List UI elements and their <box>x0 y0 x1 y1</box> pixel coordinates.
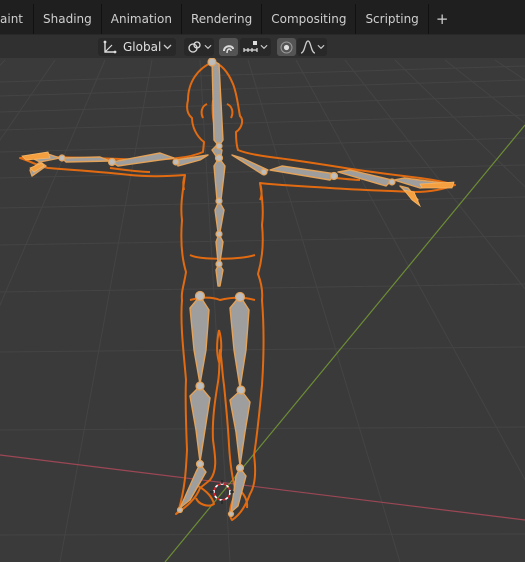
pivot-point-icon <box>187 40 203 54</box>
tab-shading[interactable]: Shading <box>34 4 102 34</box>
tab-scripting[interactable]: Scripting <box>356 4 429 34</box>
snap-increment-icon <box>243 40 259 54</box>
pivot-point-dropdown[interactable] <box>184 38 214 56</box>
proportional-editing-toggle[interactable] <box>277 38 296 56</box>
add-workspace-button[interactable]: + <box>429 4 456 34</box>
transform-orientation-value: Global <box>123 40 162 54</box>
chevron-down-icon <box>260 44 268 50</box>
tab-compositing[interactable]: Compositing <box>262 4 357 34</box>
falloff-dropdown[interactable] <box>297 38 327 56</box>
tab-texture-paint[interactable]: aint <box>0 4 34 34</box>
snap-toggle[interactable] <box>219 38 238 56</box>
bone-forearm-left <box>61 156 111 163</box>
tab-animation[interactable]: Animation <box>102 4 182 34</box>
viewport-header: Global <box>0 34 525 58</box>
falloff-curve-icon <box>300 40 316 54</box>
transform-orientation-dropdown[interactable]: Global <box>98 38 176 56</box>
proportional-editing-icon <box>279 40 294 55</box>
viewport-canvas <box>0 58 525 562</box>
snap-increment-dropdown[interactable] <box>240 38 271 56</box>
snap-icon <box>221 40 236 55</box>
tab-rendering[interactable]: Rendering <box>182 4 263 34</box>
chevron-down-icon <box>204 44 212 50</box>
transform-orientation-icon <box>103 40 117 54</box>
workspace-tab-bar: aint Shading Animation Rendering Composi… <box>0 0 525 34</box>
chevron-down-icon <box>317 44 325 50</box>
3d-viewport[interactable] <box>0 58 525 562</box>
chevron-down-icon <box>163 44 172 50</box>
